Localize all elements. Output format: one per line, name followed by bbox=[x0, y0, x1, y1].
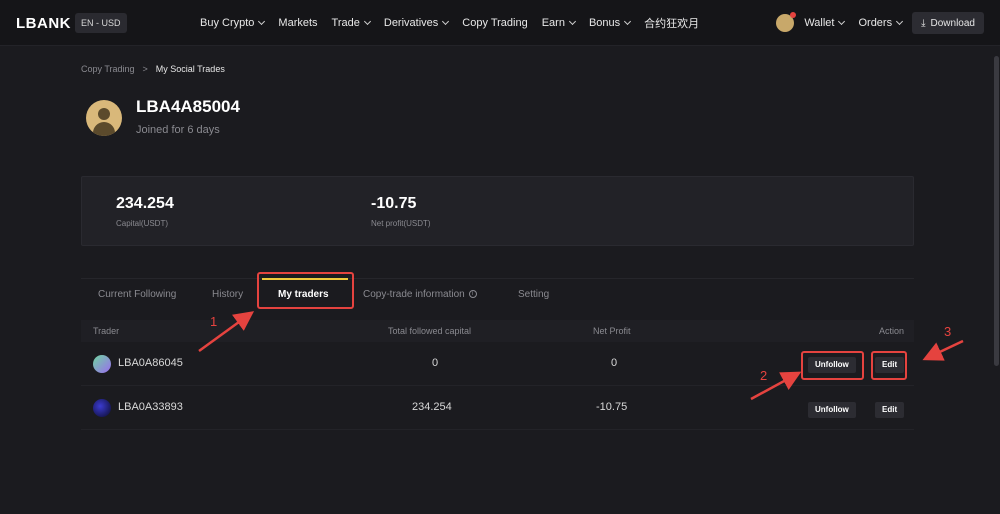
arrow-to-edit bbox=[922, 339, 964, 361]
annotation-arrows bbox=[198, 311, 964, 401]
arrow-to-unfollow bbox=[750, 371, 802, 401]
arrow-to-my-traders bbox=[198, 311, 255, 353]
